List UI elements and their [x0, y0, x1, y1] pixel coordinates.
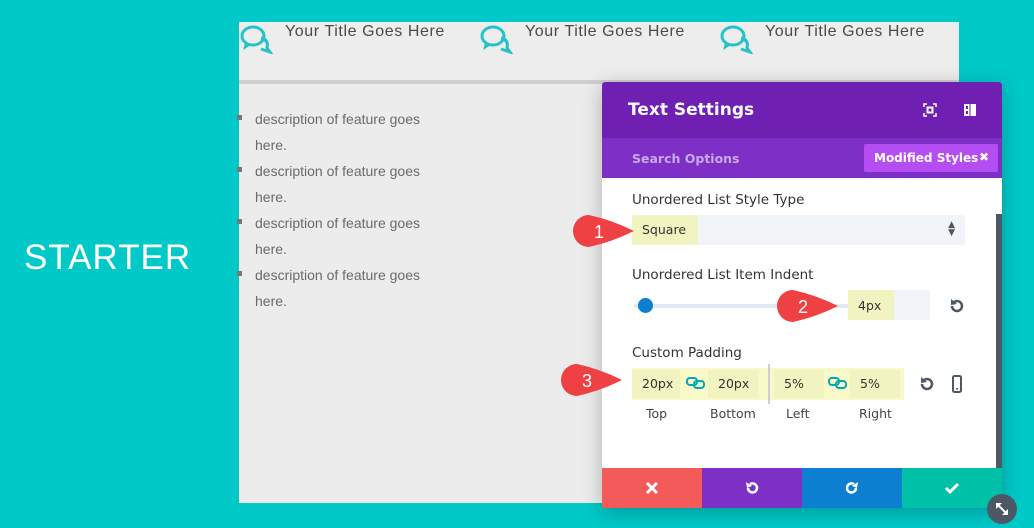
search-options-button[interactable]: Search Options — [632, 151, 740, 166]
list-item: description of feature goes here. — [237, 210, 439, 262]
panel-title: Text Settings — [628, 100, 755, 120]
indent-input[interactable]: 4px — [848, 290, 930, 320]
feature-text: description of feature goes — [255, 111, 420, 127]
modified-styles-filter[interactable]: Modified Styles ✖ — [864, 144, 998, 172]
undo-button[interactable] — [702, 468, 802, 508]
slider-handle[interactable] — [638, 298, 653, 313]
square-bullet — [237, 271, 242, 276]
padding-left-input[interactable]: 5% — [774, 370, 824, 398]
select-arrows-icon: ▲ ▼ — [948, 220, 955, 238]
mobile-device-icon[interactable] — [948, 375, 966, 393]
list-item: description of feature goes here. — [237, 158, 439, 210]
feature-text: description of feature goes — [255, 163, 420, 179]
panel-header[interactable]: Text Settings — [602, 82, 1002, 138]
list-item: description of feature goes here. — [237, 106, 439, 158]
blurb-title: Your Title Goes Here — [765, 23, 925, 40]
sidebar-layout-icon[interactable] — [962, 102, 978, 118]
list-style-select[interactable]: Square ▲ ▼ — [632, 215, 965, 245]
feature-text: here. — [255, 189, 287, 205]
panel-footer — [602, 468, 1002, 508]
undo-icon — [746, 482, 759, 494]
feature-text: here. — [255, 293, 287, 309]
feature-list: description of feature goes here. descrip… — [237, 106, 439, 314]
fullscreen-icon[interactable] — [922, 102, 938, 118]
blurb: Your Title Goes Here — [239, 22, 445, 54]
blurb-title: Your Title Goes Here — [285, 23, 445, 40]
callout-marker: 3 — [561, 364, 622, 396]
panel-body: Unordered List Style Type Square ▲ ▼ Unor… — [602, 178, 1002, 470]
callout-marker: 1 — [573, 215, 634, 247]
blurb: Your Title Goes Here — [479, 22, 685, 54]
filter-label: Modified Styles — [874, 151, 979, 165]
padding-bottom-input[interactable]: 20px — [708, 370, 758, 398]
save-button[interactable] — [902, 468, 1002, 508]
link-icon[interactable] — [686, 376, 706, 390]
check-icon — [944, 482, 960, 495]
link-icon[interactable] — [828, 376, 848, 390]
select-value: Square — [642, 222, 687, 237]
callout-number: 1 — [594, 222, 604, 242]
cancel-icon — [645, 481, 659, 495]
list-item: description of feature goes here. — [237, 262, 439, 314]
blurb: Your Title Goes Here — [719, 22, 925, 54]
square-bullet — [237, 219, 242, 224]
padding-right-label: Right — [859, 406, 892, 421]
panel-toolbar: Search Options Modified Styles ✖ — [602, 138, 1002, 178]
scrollbar[interactable] — [996, 214, 1002, 470]
feature-text: here. — [255, 241, 287, 257]
field-label: Custom Padding — [632, 345, 742, 361]
cancel-button[interactable] — [602, 468, 702, 508]
field-label: Unordered List Style Type — [632, 192, 805, 208]
reset-icon[interactable] — [948, 297, 966, 315]
square-bullet — [237, 115, 242, 120]
close-icon[interactable]: ✖ — [979, 150, 989, 164]
feature-text: description of feature goes — [255, 215, 420, 231]
blurb-row: Your Title Goes Here Your Title Goes Her… — [239, 22, 959, 82]
chat-bubbles-icon — [240, 25, 273, 54]
square-bullet — [237, 167, 242, 172]
blurb-title: Your Title Goes Here — [525, 23, 685, 40]
divider — [768, 364, 770, 404]
feature-text: here. — [255, 137, 287, 153]
padding-top-input[interactable]: 20px — [632, 370, 680, 398]
reset-icon[interactable] — [918, 375, 936, 393]
redo-icon — [845, 482, 858, 494]
padding-inputs: 20px 20px 5% 5% — [632, 364, 904, 404]
feature-text: description of feature goes — [255, 267, 420, 283]
padding-right-input[interactable]: 5% — [850, 370, 900, 398]
padding-left-label: Left — [786, 406, 810, 421]
pricing-tier-label: STARTER — [24, 238, 192, 277]
resize-icon — [996, 503, 1008, 515]
redo-button[interactable] — [802, 468, 902, 508]
input-value: 4px — [858, 298, 882, 313]
field-label: Unordered List Item Indent — [632, 267, 814, 283]
padding-bottom-label: Bottom — [710, 406, 756, 421]
callout-number: 3 — [582, 371, 592, 391]
chat-bubbles-icon — [480, 25, 513, 54]
resize-handle[interactable] — [987, 494, 1017, 524]
padding-top-label: Top — [646, 406, 668, 421]
chat-bubbles-icon — [720, 25, 753, 54]
callout-marker: 2 — [777, 290, 838, 322]
callout-number: 2 — [798, 297, 808, 317]
